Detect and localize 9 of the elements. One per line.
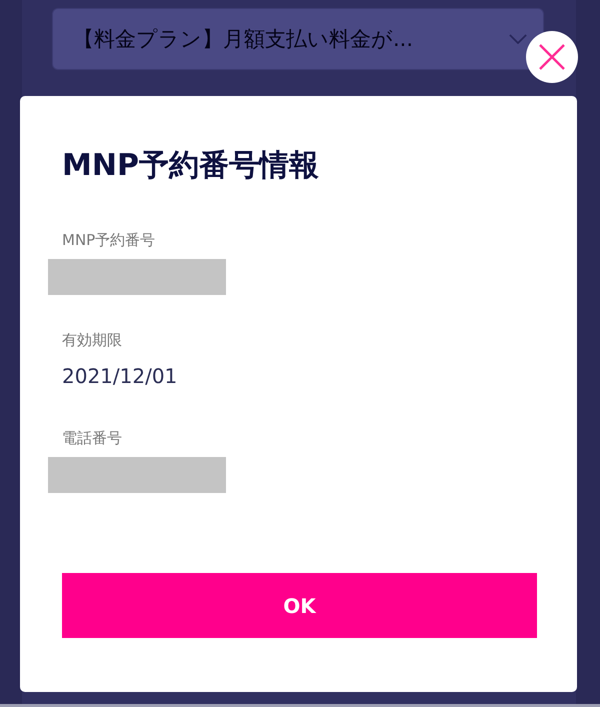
- accordion-title: 【料金プラン】月額支払い料金が...: [73, 26, 414, 53]
- ok-button[interactable]: OK: [62, 573, 537, 638]
- field-label: MNP予約番号: [62, 230, 156, 250]
- dialog-title: MNP予約番号情報: [62, 147, 319, 185]
- field-label: 有効期限: [62, 330, 122, 350]
- close-icon: [539, 44, 565, 70]
- field-value: 2021/12/01: [62, 363, 178, 390]
- field-label: 電話番号: [62, 428, 122, 448]
- accordion-header[interactable]: 【料金プラン】月額支払い料金が...: [52, 8, 544, 70]
